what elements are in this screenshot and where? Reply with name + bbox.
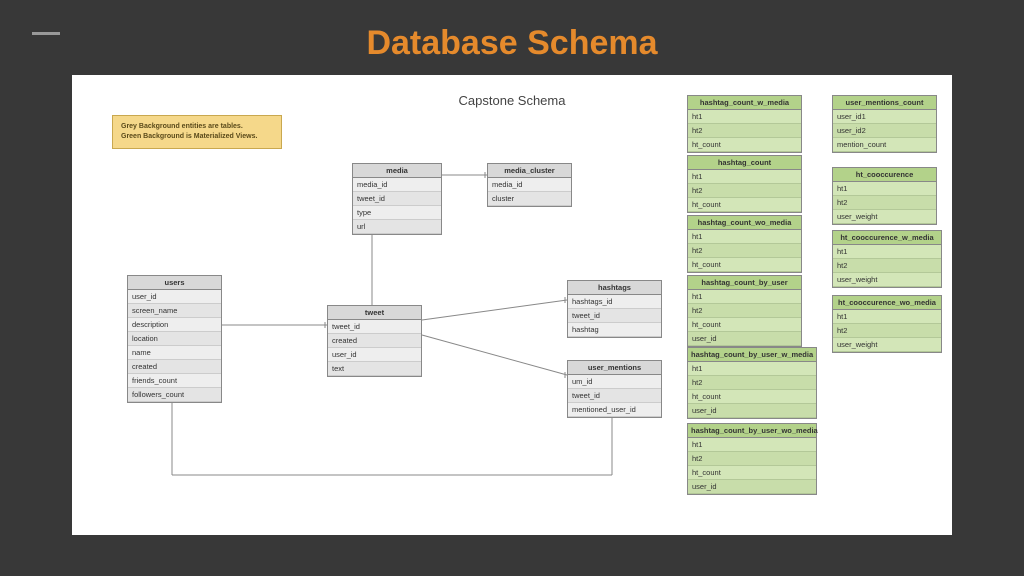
entity-header: ht_cooccurence_w_media	[833, 231, 941, 245]
entity-header: tweet	[328, 306, 421, 320]
field: ht_count	[688, 138, 801, 152]
view-hashtag-count-by-user-wo-media: hashtag_count_by_user_wo_media ht1 ht2 h…	[687, 423, 817, 495]
field: ht1	[833, 310, 941, 324]
field: name	[128, 346, 221, 360]
field: created	[128, 360, 221, 374]
entity-user-mentions: user_mentions um_id tweet_id mentioned_u…	[567, 360, 662, 418]
legend-box: Grey Background entities are tables. Gre…	[112, 115, 282, 149]
entity-media-cluster: media_cluster media_id cluster	[487, 163, 572, 207]
field: user_id	[688, 404, 816, 418]
entity-media: media media_id tweet_id type url	[352, 163, 442, 235]
field: ht_count	[688, 390, 816, 404]
field: url	[353, 220, 441, 234]
entity-header: hashtag_count	[688, 156, 801, 170]
entity-header: hashtag_count_by_user_wo_media	[688, 424, 816, 438]
field: ht_count	[688, 318, 801, 332]
view-hashtag-count-by-user: hashtag_count_by_user ht1 ht2 ht_count u…	[687, 275, 802, 347]
entity-header: hashtag_count_wo_media	[688, 216, 801, 230]
field: type	[353, 206, 441, 220]
field: ht1	[833, 245, 941, 259]
entity-users: users user_id screen_name description lo…	[127, 275, 222, 403]
entity-header: user_mentions_count	[833, 96, 936, 110]
field: um_id	[568, 375, 661, 389]
field: ht1	[688, 438, 816, 452]
field: ht1	[688, 110, 801, 124]
field: hashtags_id	[568, 295, 661, 309]
entity-tweet: tweet tweet_id created user_id text	[327, 305, 422, 377]
field: tweet_id	[568, 389, 661, 403]
field: ht2	[833, 196, 936, 210]
field: ht2	[833, 324, 941, 338]
field: cluster	[488, 192, 571, 206]
entity-header: user_mentions	[568, 361, 661, 375]
entity-hashtags: hashtags hashtags_id tweet_id hashtag	[567, 280, 662, 338]
field: location	[128, 332, 221, 346]
field: mention_count	[833, 138, 936, 152]
field: user_id	[128, 290, 221, 304]
field: ht2	[688, 244, 801, 258]
field: screen_name	[128, 304, 221, 318]
field: user_id	[688, 480, 816, 494]
field: description	[128, 318, 221, 332]
field: user_weight	[833, 338, 941, 352]
schema-title: Capstone Schema	[459, 93, 566, 108]
view-hashtag-count: hashtag_count ht1 ht2 ht_count	[687, 155, 802, 213]
legend-line1: Grey Background entities are tables.	[121, 122, 273, 132]
field: user_id	[688, 332, 801, 346]
field: ht2	[688, 376, 816, 390]
field: ht_count	[688, 198, 801, 212]
view-ht-cooccurence-wo-media: ht_cooccurence_wo_media ht1 ht2 user_wei…	[832, 295, 942, 353]
field: ht1	[688, 362, 816, 376]
legend-line2: Green Background is Materialized Views.	[121, 132, 273, 142]
field: ht1	[688, 170, 801, 184]
field: user_id	[328, 348, 421, 362]
field: ht2	[688, 452, 816, 466]
field: user_weight	[833, 273, 941, 287]
field: media_id	[488, 178, 571, 192]
entity-header: media_cluster	[488, 164, 571, 178]
field: text	[328, 362, 421, 376]
accent-dash	[32, 32, 60, 35]
view-user-mentions-count: user_mentions_count user_id1 user_id2 me…	[832, 95, 937, 153]
entity-header: media	[353, 164, 441, 178]
field: media_id	[353, 178, 441, 192]
field: followers_count	[128, 388, 221, 402]
field: mentioned_user_id	[568, 403, 661, 417]
field: ht2	[688, 124, 801, 138]
field: ht_count	[688, 258, 801, 272]
field: tweet_id	[328, 320, 421, 334]
view-hashtag-count-w-media: hashtag_count_w_media ht1 ht2 ht_count	[687, 95, 802, 153]
entity-header: ht_cooccurence_wo_media	[833, 296, 941, 310]
entity-header: users	[128, 276, 221, 290]
entity-header: hashtag_count_by_user	[688, 276, 801, 290]
entity-header: hashtags	[568, 281, 661, 295]
field: friends_count	[128, 374, 221, 388]
entity-header: hashtag_count_by_user_w_media	[688, 348, 816, 362]
view-hashtag-count-wo-media: hashtag_count_wo_media ht1 ht2 ht_count	[687, 215, 802, 273]
entity-header: ht_cooccurence	[833, 168, 936, 182]
field: user_weight	[833, 210, 936, 224]
field: hashtag	[568, 323, 661, 337]
view-ht-cooccurence: ht_cooccurence ht1 ht2 user_weight	[832, 167, 937, 225]
view-hashtag-count-by-user-w-media: hashtag_count_by_user_w_media ht1 ht2 ht…	[687, 347, 817, 419]
field: tweet_id	[353, 192, 441, 206]
view-ht-cooccurence-w-media: ht_cooccurence_w_media ht1 ht2 user_weig…	[832, 230, 942, 288]
field: ht1	[833, 182, 936, 196]
page-title: Database Schema	[0, 0, 1024, 75]
field: created	[328, 334, 421, 348]
field: tweet_id	[568, 309, 661, 323]
field: ht2	[688, 304, 801, 318]
field: ht1	[688, 230, 801, 244]
entity-header: hashtag_count_w_media	[688, 96, 801, 110]
field: ht2	[688, 184, 801, 198]
field: user_id1	[833, 110, 936, 124]
field: ht2	[833, 259, 941, 273]
field: user_id2	[833, 124, 936, 138]
field: ht1	[688, 290, 801, 304]
field: ht_count	[688, 466, 816, 480]
schema-canvas: Capstone Schema Grey Background entities…	[72, 75, 952, 535]
